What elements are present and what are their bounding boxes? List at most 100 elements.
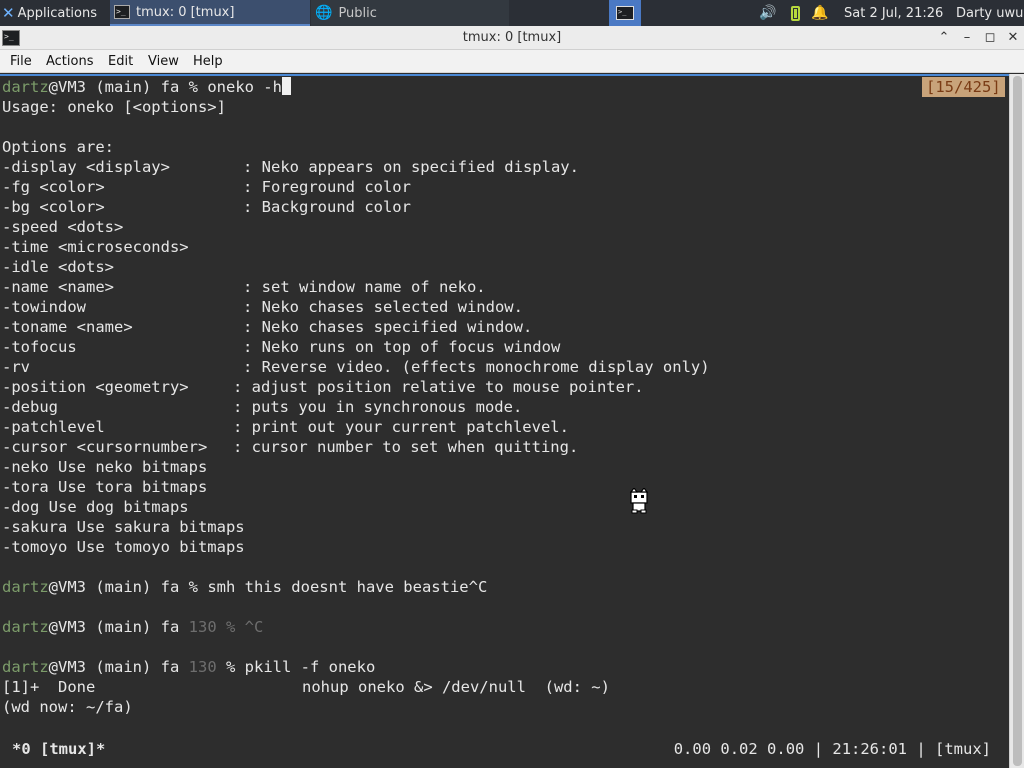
option-line: -debug: puts you in synchronous mode. [2, 397, 1002, 417]
volume-icon[interactable]: 🔊 [758, 0, 778, 26]
menu-edit[interactable]: Edit [108, 50, 133, 73]
option-flag: -idle <dots> [2, 258, 114, 276]
neko-cat-icon [629, 488, 649, 514]
option-flag: -debug [2, 398, 58, 416]
option-line: -cursor <cursornumber> : cursor number to… [2, 437, 1002, 457]
option-line: -position <geometry> : adjust position re… [2, 377, 1002, 397]
xfce-logo-icon: ✕ [2, 4, 15, 22]
option-flag: -tora Use tora bitmaps [2, 478, 208, 496]
exit-code: 130 [188, 618, 217, 636]
option-line: -speed <dots> [2, 217, 1002, 237]
top-panel: ✕ Applications >_ tmux: 0 [tmux] 🌐 Publi… [0, 0, 1024, 26]
tmux-status-bar: *0 [tmux]* 0.00 0.02 0.00 | 21:26:01 | [… [0, 738, 1009, 760]
workspace-thumbnail-icon: >_ [616, 6, 634, 20]
option-line: -towindow: Neko chases selected window. [2, 297, 1002, 317]
option-flag: -fg <color> [2, 178, 105, 196]
text-cursor [281, 77, 291, 95]
option-flag: -tomoyo Use tomoyo bitmaps [2, 538, 245, 556]
prompt-user: dartz [2, 658, 49, 676]
option-description: : Reverse video. (effects monochrome dis… [243, 358, 710, 376]
close-button[interactable]: ✕ [1004, 29, 1022, 47]
option-flag: -time <microseconds> [2, 238, 189, 256]
option-line: -toname <name> : Neko chases specified wi… [2, 317, 1002, 337]
option-description: : Neko chases selected window. [243, 298, 523, 316]
prompt-line: dartz@VM3 (main) fa 130 % pkill -f oneko [2, 657, 375, 677]
option-line: -bg <color> : Background color [2, 197, 1002, 217]
tmux-window-label[interactable]: *0 [tmux]* [12, 738, 105, 760]
option-description: : Neko appears on specified display. [243, 158, 579, 176]
option-line: -fg <color>: Foreground color [2, 177, 1002, 197]
option-flag: -tofocus [2, 338, 77, 356]
user-menu[interactable]: Darty uwu [956, 0, 1024, 26]
menu-file[interactable]: File [10, 50, 32, 73]
option-flag: -name <name> [2, 278, 114, 296]
command-text: % ^C [216, 618, 264, 636]
menu-help[interactable]: Help [193, 50, 223, 73]
battery-icon[interactable] [787, 0, 803, 26]
option-line: -dog Use dog bitmaps [2, 497, 1002, 517]
scrollbar[interactable] [1009, 74, 1024, 768]
shade-button[interactable]: ⌃ [935, 29, 953, 47]
applications-menu-button[interactable]: ✕ Applications [0, 0, 108, 26]
prompt-line: dartz@VM3 (main) fa 130 % ^C [2, 617, 263, 637]
option-line: -patchlevel : print out your current patc… [2, 417, 1002, 437]
prompt-host: @VM3 (main) fa [48, 658, 189, 676]
command-text: % smh this doesnt have beastie^C [188, 578, 488, 596]
terminal-area[interactable]: dartz@VM3 (main) fa % oneko -h [15/425] … [0, 74, 1009, 768]
exit-code: 130 [188, 658, 217, 676]
option-description: : set window name of neko. [243, 278, 486, 296]
option-flag: -cursor <cursornumber> [2, 438, 208, 456]
option-flag: -rv [2, 358, 30, 376]
prompt-host: @VM3 (main) fa [48, 618, 189, 636]
option-flag: -display <display> [2, 158, 170, 176]
option-description: : cursor number to set when quitting. [233, 438, 579, 456]
option-line: -name <name> : set window name of neko. [2, 277, 1002, 297]
option-line: -rv : Reverse video. (effects monochrome … [2, 357, 1002, 377]
option-line: -neko Use neko bitmaps [2, 457, 1002, 477]
option-line: -display <display> : Neko appears on spec… [2, 157, 1002, 177]
scrollbar-thumb[interactable] [1013, 76, 1022, 766]
option-flag: -sakura Use sakura bitmaps [2, 518, 245, 536]
option-description: : adjust position relative to mouse poin… [233, 378, 644, 396]
option-flag: -patchlevel [2, 418, 105, 436]
applications-label: Applications [17, 5, 97, 21]
options-header: Options are: [2, 138, 114, 156]
taskbar-item-public[interactable]: 🌐 Public [311, 0, 509, 26]
minimize-button[interactable]: – [958, 29, 976, 47]
menu-actions[interactable]: Actions [46, 50, 94, 73]
terminal-icon: >_ [114, 5, 130, 19]
prompt-user: dartz [2, 578, 49, 596]
taskbar-item-label: Public [338, 5, 377, 21]
command-text: % oneko -h [188, 78, 282, 96]
option-line: -tora Use tora bitmaps [2, 477, 1002, 497]
clock[interactable]: Sat 2 Jul, 21:26 [844, 0, 950, 26]
option-flag: -neko Use neko bitmaps [2, 458, 208, 476]
globe-icon: 🌐 [315, 5, 333, 21]
window-titlebar[interactable]: >_ tmux: 0 [tmux] ⌃ – ◻ ✕ [0, 26, 1024, 50]
taskbar-item-label: tmux: 0 [tmux] [136, 4, 235, 20]
option-line: -time <microseconds> [2, 237, 1002, 257]
menu-view[interactable]: View [148, 50, 179, 73]
bell-icon[interactable]: 🔔 [811, 0, 829, 26]
option-description: : Neko runs on top of focus window [243, 338, 561, 356]
prompt-host: @VM3 (main) fa [48, 78, 189, 96]
prompt-host: @VM3 (main) fa [48, 578, 189, 596]
option-description: : Neko chases specified window. [243, 318, 533, 336]
prompt-line: dartz@VM3 (main) fa % oneko -h [2, 77, 291, 97]
job-status-line: [1]+ Done nohup oneko &> /dev/null (wd: ~… [2, 678, 610, 696]
prompt-user: dartz [2, 618, 49, 636]
menu-bar: File Actions Edit View Help [0, 50, 1024, 73]
option-description: : print out your current patchlevel. [233, 418, 569, 436]
maximize-button[interactable]: ◻ [981, 29, 999, 47]
option-flag: -position <geometry> [2, 378, 189, 396]
option-flag: -toname <name> [2, 318, 133, 336]
taskbar-item-tmux[interactable]: >_ tmux: 0 [tmux] [110, 0, 310, 26]
option-line: -tofocus : Neko runs on top of focus wind… [2, 337, 1002, 357]
option-line: -sakura Use sakura bitmaps [2, 517, 1002, 537]
workspace-pager[interactable]: >_ [609, 0, 641, 26]
option-flag: -bg <color> [2, 198, 105, 216]
option-description: : Background color [243, 198, 411, 216]
option-flag: -dog Use dog bitmaps [2, 498, 189, 516]
usage-line: Usage: oneko [<options>] [2, 98, 226, 116]
command-text: % pkill -f oneko [216, 658, 376, 676]
